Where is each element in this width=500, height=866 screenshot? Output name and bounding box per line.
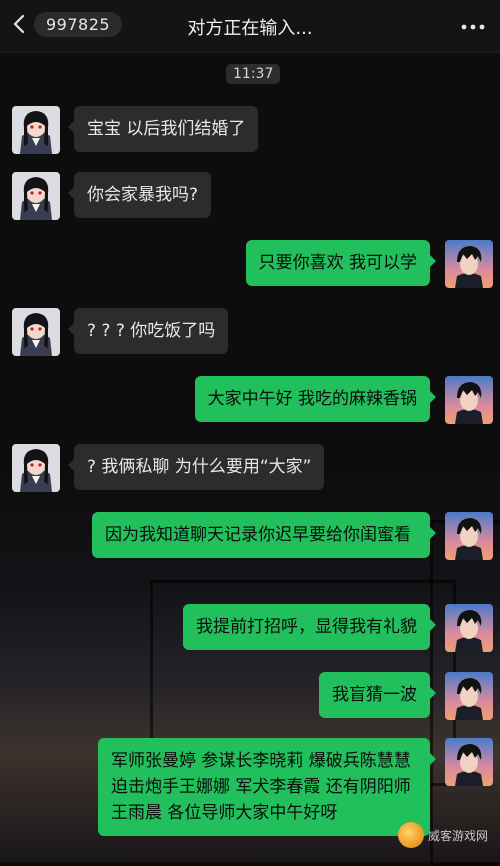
message-bubble-outgoing[interactable]: 大家中午好 我吃的麻辣香锅 (194, 376, 437, 422)
message-bubble-incoming[interactable]: 你会家暴我吗? (67, 172, 212, 218)
contact-avatar[interactable] (12, 106, 60, 154)
message-bubble-incoming[interactable]: 宝宝 以后我们结婚了 (67, 106, 259, 152)
watermark-logo-icon (397, 822, 424, 848)
chat-title: 对方正在输入... (187, 18, 313, 39)
message-bubble-outgoing[interactable]: 军师张曼婷 参谋长李晓莉 爆破兵陈慧慧 迫击炮手王娜娜 军犬李春霞 还有阴阳师王… (98, 738, 436, 836)
more-dots-icon (461, 15, 485, 34)
message-bubble-incoming[interactable]: ? ? ? 你吃饭了吗 (67, 308, 229, 354)
user-avatar[interactable] (445, 738, 493, 786)
user-avatar[interactable] (445, 376, 493, 424)
site-watermark: 威客游戏网 (397, 822, 488, 848)
message-bubble-outgoing[interactable]: 因为我知道聊天记录你迟早要给你闺蜜看 (92, 512, 436, 558)
contact-avatar[interactable] (12, 172, 60, 220)
user-avatar[interactable] (445, 240, 493, 288)
contact-avatar[interactable] (12, 308, 60, 356)
message-bubble-incoming[interactable]: ? 我俩私聊 为什么要用“大家” (67, 444, 325, 490)
message-bubble-outgoing[interactable]: 只要你喜欢 我可以学 (245, 240, 437, 286)
more-button[interactable] (460, 12, 486, 36)
timestamp-label: 11:37 (226, 64, 281, 84)
message-bubble-outgoing[interactable]: 我盲猜一波 (319, 672, 436, 718)
user-avatar[interactable] (445, 604, 493, 652)
contact-avatar[interactable] (12, 444, 60, 492)
message-bubble-outgoing[interactable]: 我提前打招呼，显得我有礼貌 (183, 604, 436, 650)
user-avatar[interactable] (445, 672, 493, 720)
user-avatar[interactable] (445, 512, 493, 560)
watermark-text: 威客游戏网 (427, 828, 488, 843)
chat-header: 997825 对方正在输入... (0, 0, 500, 53)
